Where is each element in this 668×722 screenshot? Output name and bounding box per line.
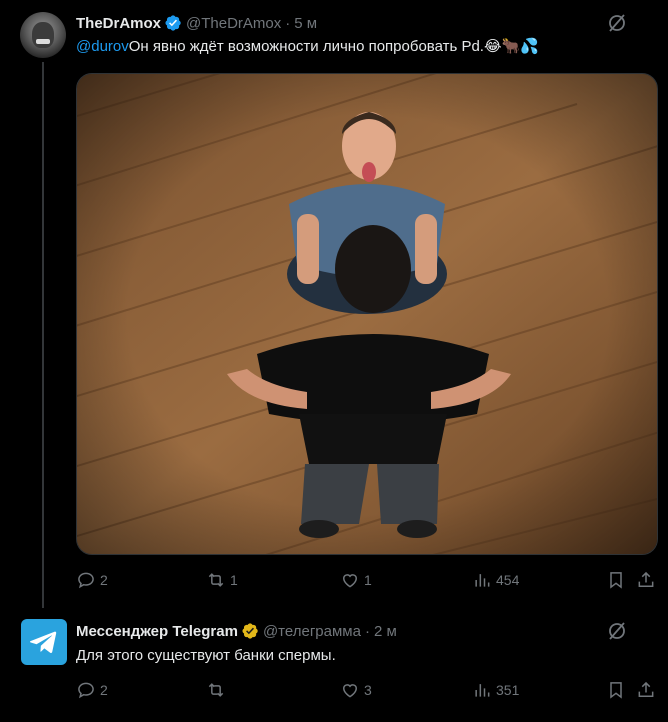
like-icon — [342, 684, 358, 698]
photo-illustration — [77, 74, 657, 554]
tweet-body: Он явно ждёт возможности лично попробова… — [128, 38, 484, 55]
bookmark-button[interactable] — [606, 570, 630, 590]
reply-count: 2 — [100, 682, 108, 698]
reply-author-name[interactable]: Мессенджер Telegram — [76, 623, 238, 640]
tweet-header: TheDrAmox @TheDrAmox · 5 м — [76, 12, 317, 34]
views-button[interactable]: 454 — [472, 570, 519, 590]
grok-icon[interactable] — [607, 621, 627, 641]
reply-time[interactable]: 2 м — [374, 623, 397, 640]
like-icon — [342, 574, 358, 588]
view-count: 454 — [496, 572, 520, 588]
reply-header: Мессенджер Telegram @телеграмма · 2 м — [76, 620, 397, 642]
author-name[interactable]: TheDrAmox — [76, 15, 161, 32]
repost-button[interactable] — [206, 680, 230, 700]
like-button[interactable]: 3 — [340, 680, 372, 700]
telegram-avatar[interactable] — [21, 619, 67, 665]
like-count: 3 — [364, 682, 372, 698]
author-avatar[interactable] — [20, 12, 66, 58]
reply-icon — [78, 572, 94, 589]
tweet-time[interactable]: 5 м — [294, 15, 317, 32]
tweet-emoji: 😂🐂💦 — [483, 38, 539, 55]
thread-connector-line — [42, 62, 44, 608]
views-icon — [475, 574, 490, 587]
repost-count: 1 — [230, 572, 238, 588]
bookmark-icon — [610, 572, 622, 589]
mention-link[interactable]: @durov — [76, 38, 129, 55]
reply-count: 2 — [100, 572, 108, 588]
reply-action-bar: 2 3 351 — [76, 680, 658, 704]
reply-button[interactable]: 2 — [76, 570, 108, 590]
views-button[interactable]: 351 — [472, 680, 519, 700]
bookmark-icon — [610, 682, 622, 699]
verified-badge-icon[interactable] — [241, 622, 259, 640]
separator-dot: · — [285, 14, 291, 32]
bookmark-button[interactable] — [606, 680, 630, 700]
view-count: 351 — [496, 682, 520, 698]
separator-dot: · — [364, 622, 370, 640]
reply-icon — [78, 682, 94, 699]
reply-button[interactable]: 2 — [76, 680, 108, 700]
repost-icon — [208, 683, 224, 697]
telegram-icon — [30, 631, 57, 653]
repost-button[interactable]: 1 — [206, 570, 238, 590]
views-icon — [475, 684, 490, 697]
share-icon — [638, 681, 654, 697]
tweet-text: @durovОн явно ждёт возможности лично поп… — [76, 37, 539, 57]
repost-icon — [208, 573, 224, 587]
share-button[interactable] — [636, 570, 660, 590]
tweet-action-bar: 2 1 1 454 — [76, 570, 658, 594]
avatar-teeth — [36, 39, 50, 44]
tweet-photo[interactable] — [76, 73, 658, 555]
like-count: 1 — [364, 572, 372, 588]
grok-icon[interactable] — [607, 13, 627, 33]
author-handle[interactable]: @TheDrAmox — [186, 15, 281, 32]
like-button[interactable]: 1 — [340, 570, 372, 590]
verified-badge-icon[interactable] — [164, 14, 182, 32]
avatar-face — [32, 22, 54, 48]
reply-text: Для этого существуют банки спермы. — [76, 647, 336, 664]
reply-author-handle[interactable]: @телеграмма — [263, 623, 361, 640]
share-button[interactable] — [636, 680, 660, 700]
share-icon — [638, 571, 654, 587]
